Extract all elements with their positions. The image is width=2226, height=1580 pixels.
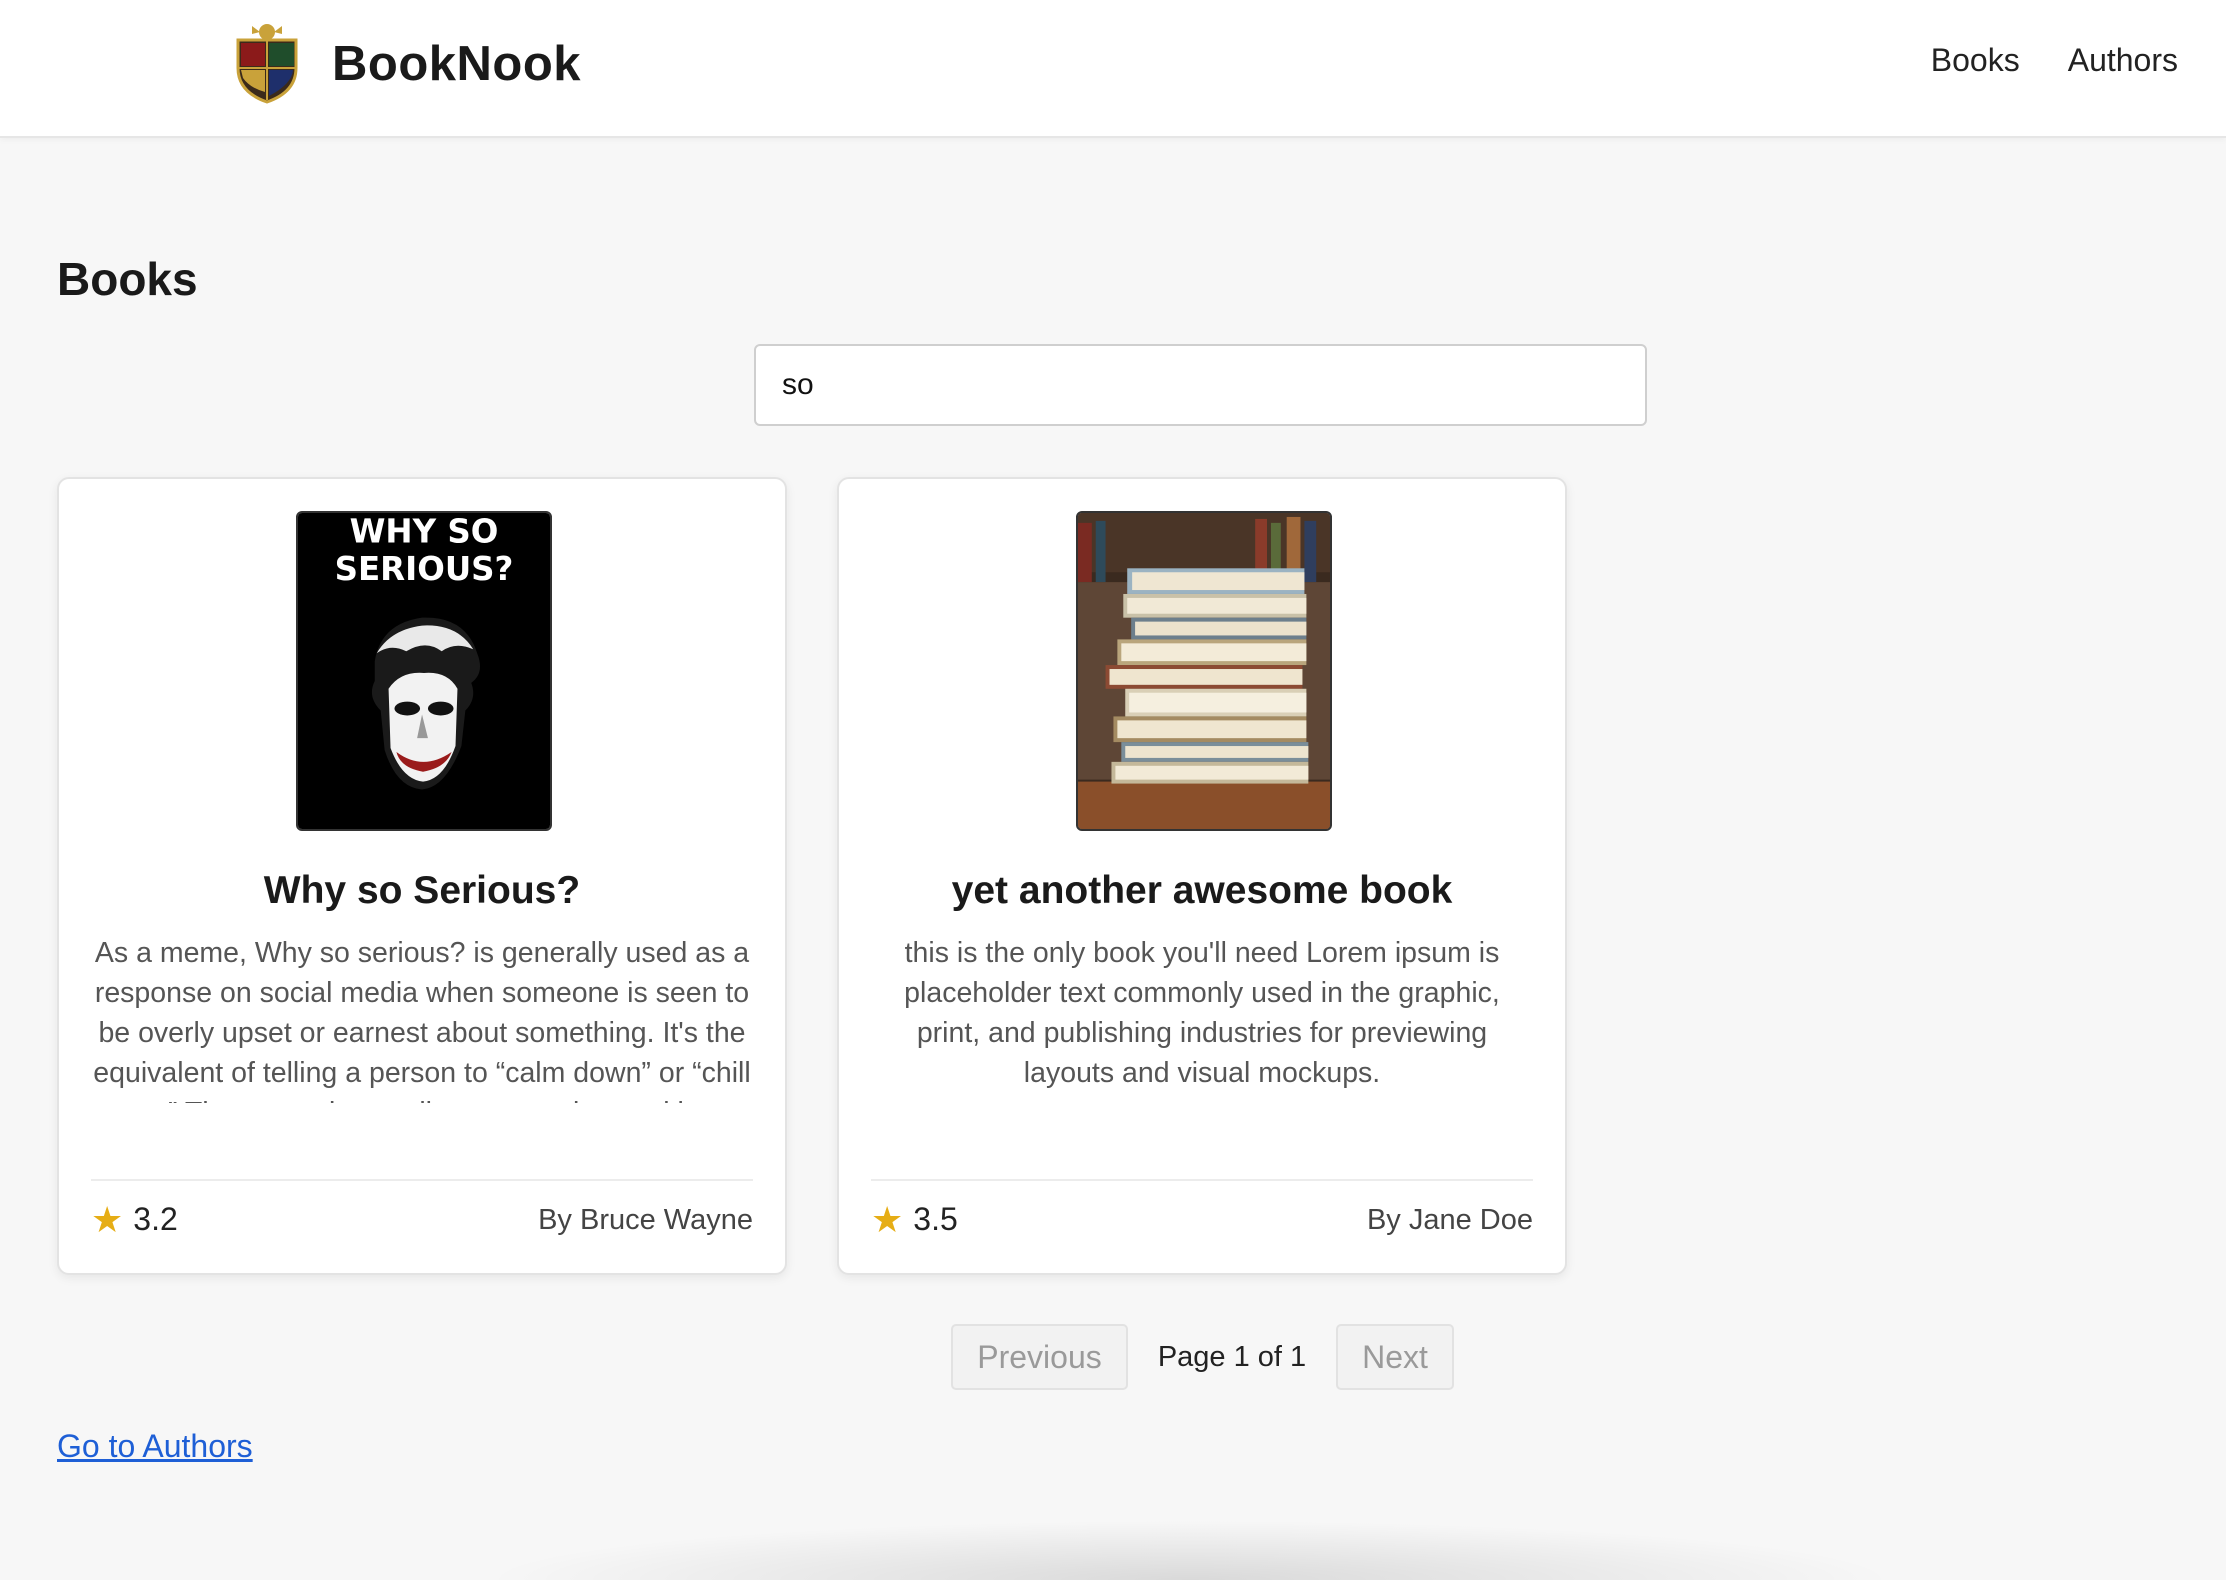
book-cover-image bbox=[1076, 511, 1332, 831]
book-card[interactable]: yet another awesome book this is the onl… bbox=[837, 477, 1567, 1275]
top-navbar: BookNook Books Authors bbox=[0, 0, 2226, 138]
card-divider bbox=[871, 1179, 1533, 1181]
book-author: By Jane Doe bbox=[1366, 1204, 1533, 1236]
rating-value: 3.5 bbox=[913, 1201, 958, 1237]
book-rating: ★ 3.5 bbox=[871, 1201, 958, 1238]
book-card[interactable]: WHY SO SERIOUS? Why so Serious? As a mem… bbox=[57, 477, 787, 1275]
book-title[interactable]: Why so Serious? bbox=[59, 869, 785, 913]
main-nav: Books Authors bbox=[1931, 42, 2178, 79]
bottom-shadow bbox=[480, 1520, 1900, 1580]
nav-link-authors[interactable]: Authors bbox=[2068, 42, 2178, 79]
brand-name: BookNook bbox=[332, 37, 581, 91]
pagination: Previous Page 1 of 1 Next bbox=[951, 1324, 1454, 1390]
star-icon: ★ bbox=[871, 1198, 904, 1240]
page-indicator: Page 1 of 1 bbox=[1157, 1340, 1307, 1373]
go-to-authors-link[interactable]: Go to Authors bbox=[57, 1428, 253, 1465]
book-rating: ★ 3.2 bbox=[91, 1201, 178, 1238]
card-divider bbox=[91, 1179, 753, 1181]
star-icon: ★ bbox=[91, 1198, 124, 1240]
book-author: By Bruce Wayne bbox=[538, 1204, 753, 1236]
nav-link-books[interactable]: Books bbox=[1931, 42, 2020, 79]
book-title[interactable]: yet another awesome book bbox=[839, 869, 1565, 913]
search-input[interactable] bbox=[754, 344, 1647, 426]
cover-text-line1: WHY SO bbox=[350, 513, 499, 551]
book-description: this is the only book you'll need Lorem … bbox=[904, 937, 1500, 1089]
cover-text-line2: SERIOUS? bbox=[335, 550, 514, 588]
next-page-button[interactable]: Next bbox=[1336, 1324, 1454, 1390]
page: BookNook Books Authors Books WHY SO SERI… bbox=[0, 0, 2226, 1580]
page-title: Books bbox=[57, 253, 198, 305]
book-cover-image: WHY SO SERIOUS? bbox=[296, 511, 552, 831]
brand-home-link[interactable]: BookNook bbox=[230, 22, 581, 106]
rating-value: 3.2 bbox=[133, 1201, 178, 1237]
crest-logo-icon bbox=[236, 24, 298, 104]
book-description: As a meme, Why so serious? is generally … bbox=[93, 937, 751, 1103]
previous-page-button[interactable]: Previous bbox=[951, 1324, 1128, 1390]
